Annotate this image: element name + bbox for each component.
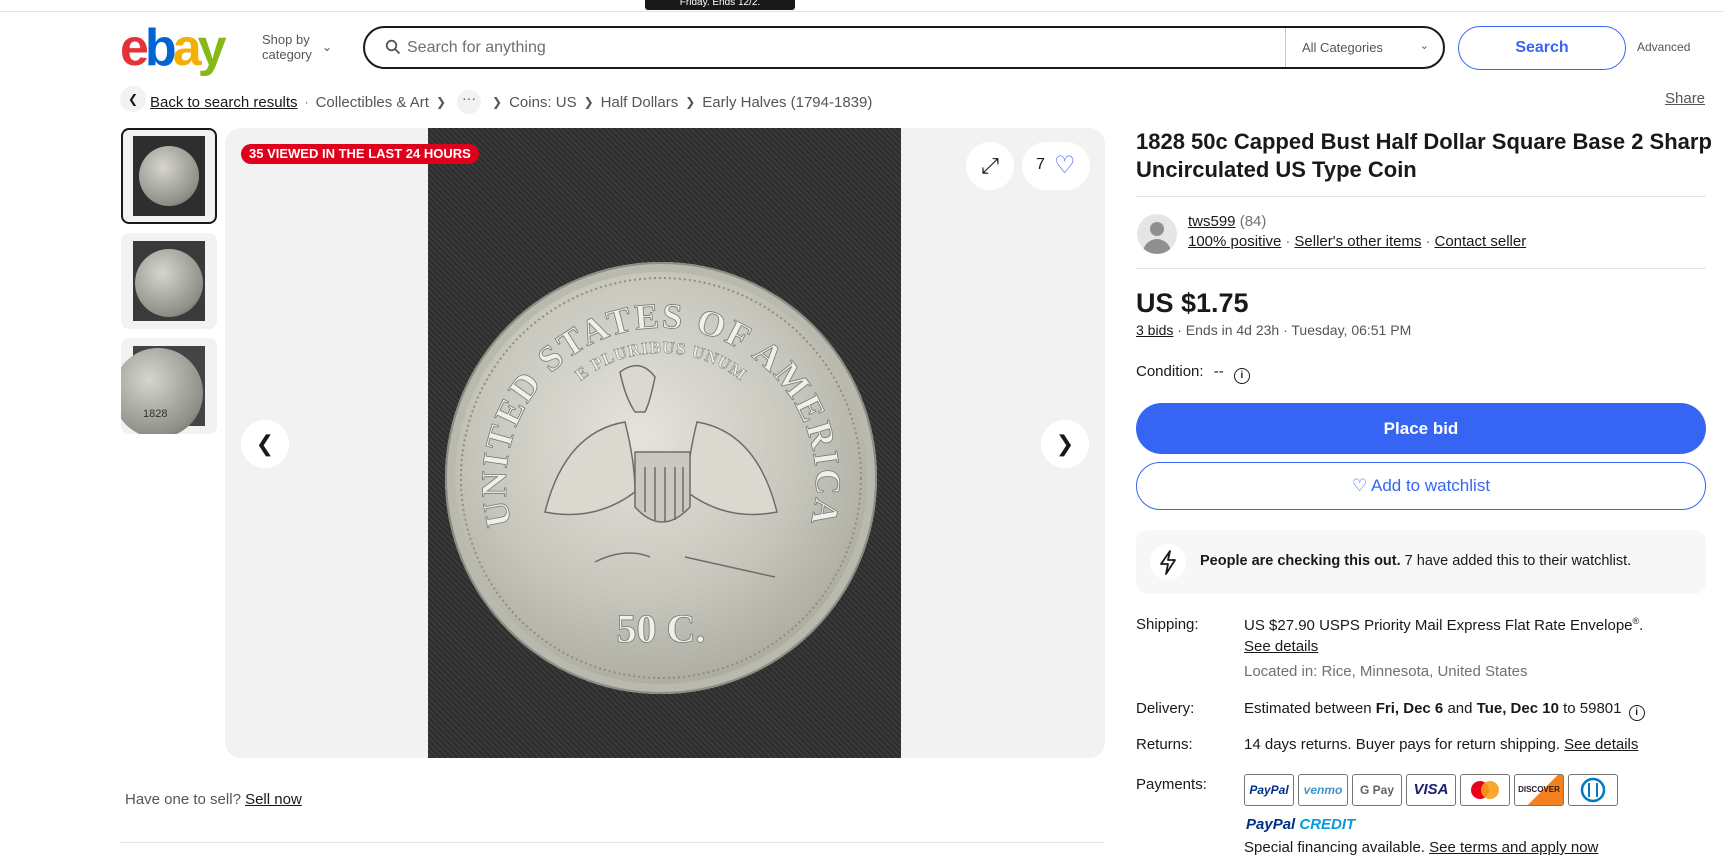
condition-row: Condition: -- i xyxy=(1136,363,1250,384)
info-icon[interactable]: i xyxy=(1628,705,1645,721)
advanced-search-link[interactable]: Advanced xyxy=(1637,40,1690,54)
eagle-icon xyxy=(544,364,778,578)
thumbnail-2[interactable] xyxy=(121,233,217,329)
promo-tab[interactable]: Friday. Ends 12/2. xyxy=(645,0,795,10)
add-to-watchlist-button[interactable]: ♡ Add to watchlist xyxy=(1136,462,1706,510)
heart-icon: ♡ xyxy=(1054,152,1076,179)
paypal-credit-logo: PayPal CREDIT xyxy=(1246,816,1356,833)
paypal-logo-icon: PayPal xyxy=(1244,774,1294,806)
contact-seller-link[interactable]: Contact seller xyxy=(1434,233,1526,250)
item-title: 1828 50c Capped Bust Half Dollar Square … xyxy=(1136,129,1712,182)
shipping-see-details-link[interactable]: See details xyxy=(1244,638,1318,655)
share-link[interactable]: Share xyxy=(1665,90,1705,107)
top-strip xyxy=(0,0,1723,12)
watch-count-button[interactable]: 7 ♡ xyxy=(1022,142,1090,190)
thumbnail-image: 1828 xyxy=(121,346,205,434)
next-image-arrow-icon[interactable]: ❯ xyxy=(1041,420,1089,468)
thumbnail-image xyxy=(133,241,205,321)
breadcrumb-item[interactable]: Collectibles & Art xyxy=(316,94,429,111)
delivery-label: Delivery: xyxy=(1136,700,1195,717)
seller-positive-link[interactable]: 100% positive xyxy=(1188,233,1281,250)
previous-image-arrow-icon[interactable]: ❮ xyxy=(241,420,289,468)
viewed-badge: 35 VIEWED IN THE LAST 24 HOURS xyxy=(241,144,479,164)
sell-prompt: Have one to sell? Sell now xyxy=(125,791,302,808)
shipping-price: US $27.90 xyxy=(1244,617,1315,634)
seller-other-items-link[interactable]: Seller's other items xyxy=(1294,233,1421,250)
chevron-down-icon: ⌄ xyxy=(1419,40,1429,52)
search-button[interactable]: Search xyxy=(1458,26,1626,70)
shipping-method: USPS Priority Mail Express Flat Rate Env… xyxy=(1319,617,1633,634)
back-arrow-icon[interactable]: ❮ xyxy=(120,86,146,112)
seller-links: 100% positive · Seller's other items · Conta… xyxy=(1188,233,1527,250)
bid-info: 3 bids · Ends in 4d 23h · Tuesday, 06:51… xyxy=(1136,322,1411,338)
search-input[interactable] xyxy=(407,34,1237,61)
shipping-label: Shipping: xyxy=(1136,616,1199,633)
search-icon xyxy=(385,39,401,55)
breadcrumb: Back to search results · Collectibles & … xyxy=(150,90,872,114)
auction-ends: · Ends in 4d 23h · Tuesday, 06:51 PM xyxy=(1177,322,1412,338)
expand-icon[interactable]: ⤢ xyxy=(966,142,1014,190)
place-bid-button[interactable]: Place bid xyxy=(1136,403,1706,454)
venmo-logo-icon: venmo xyxy=(1298,774,1348,806)
diners-logo-icon xyxy=(1568,774,1618,806)
back-to-results-link[interactable]: Back to search results xyxy=(150,94,298,111)
divider xyxy=(1136,196,1706,197)
ebay-logo[interactable]: ebay xyxy=(120,20,227,76)
lightning-icon xyxy=(1150,544,1186,580)
breadcrumb-item[interactable]: Early Halves (1794-1839) xyxy=(702,94,872,111)
divider xyxy=(1136,268,1706,269)
seller-name-link[interactable]: tws599 xyxy=(1188,213,1236,230)
financing-terms-link[interactable]: See terms and apply now xyxy=(1429,839,1598,856)
condition-value: -- xyxy=(1213,363,1224,380)
shipping-value: US $27.90 USPS Priority Mail Express Fla… xyxy=(1244,616,1644,634)
breadcrumb-item[interactable]: Half Dollars xyxy=(601,94,679,111)
thumbnail-image xyxy=(133,136,205,216)
info-icon[interactable]: i xyxy=(1233,368,1250,384)
heart-icon: ♡ xyxy=(1351,476,1368,495)
seller-info: tws599 (84) xyxy=(1188,213,1266,230)
image-gallery: UNITED STATES OF AMERICA E PLURIBUS UNUM xyxy=(225,128,1105,758)
coin-image: UNITED STATES OF AMERICA E PLURIBUS UNUM xyxy=(445,262,877,694)
urgency-bold-text: People are checking this out. xyxy=(1200,553,1401,569)
delivery-value: Estimated between Fri, Dec 6 and Tue, De… xyxy=(1244,700,1645,721)
visa-logo-icon: VISA xyxy=(1406,774,1456,806)
item-location: Located in: Rice, Minnesota, United Stat… xyxy=(1244,663,1528,680)
item-price: US $1.75 xyxy=(1136,288,1249,318)
bids-link[interactable]: 3 bids xyxy=(1136,322,1173,338)
urgency-text: 7 have added this to their watchlist. xyxy=(1404,553,1632,569)
thumbnail-1[interactable] xyxy=(121,128,217,224)
breadcrumb-item[interactable]: Coins: US xyxy=(509,94,577,111)
sell-now-link[interactable]: Sell now xyxy=(245,791,302,808)
returns-label: Returns: xyxy=(1136,736,1193,753)
returns-value: 14 days returns. Buyer pays for return s… xyxy=(1244,736,1639,753)
seller-avatar[interactable] xyxy=(1137,214,1177,254)
main-product-image[interactable]: UNITED STATES OF AMERICA E PLURIBUS UNUM xyxy=(428,128,901,758)
financing-info: Special financing available. See terms a… xyxy=(1244,839,1599,856)
returns-see-details-link[interactable]: See details xyxy=(1564,736,1638,753)
thumbnail-3[interactable]: 1828 xyxy=(121,338,217,434)
watch-count: 7 xyxy=(1036,156,1045,173)
chevron-down-icon: ⌄ xyxy=(322,40,333,54)
seller-feedback-count: (84) xyxy=(1239,213,1267,230)
shop-by-category-button[interactable]: Shop by category ⌄ xyxy=(262,32,332,62)
coin-denomination: 50 C. xyxy=(617,606,706,651)
coin-artwork: UNITED STATES OF AMERICA E PLURIBUS UNUM xyxy=(460,277,862,679)
category-select[interactable]: All Categories ⌄ xyxy=(1285,28,1445,67)
urgency-banner: People are checking this out. 7 have add… xyxy=(1136,530,1706,594)
more-dots-icon[interactable]: ··· xyxy=(457,90,482,114)
google-pay-logo-icon: G Pay xyxy=(1352,774,1402,806)
discover-logo-icon: DISCOVER xyxy=(1514,774,1564,806)
search-bar: All Categories ⌄ xyxy=(363,26,1445,69)
divider xyxy=(120,842,1105,843)
payments-label: Payments: xyxy=(1136,776,1207,793)
mastercard-logo-icon xyxy=(1460,774,1510,806)
